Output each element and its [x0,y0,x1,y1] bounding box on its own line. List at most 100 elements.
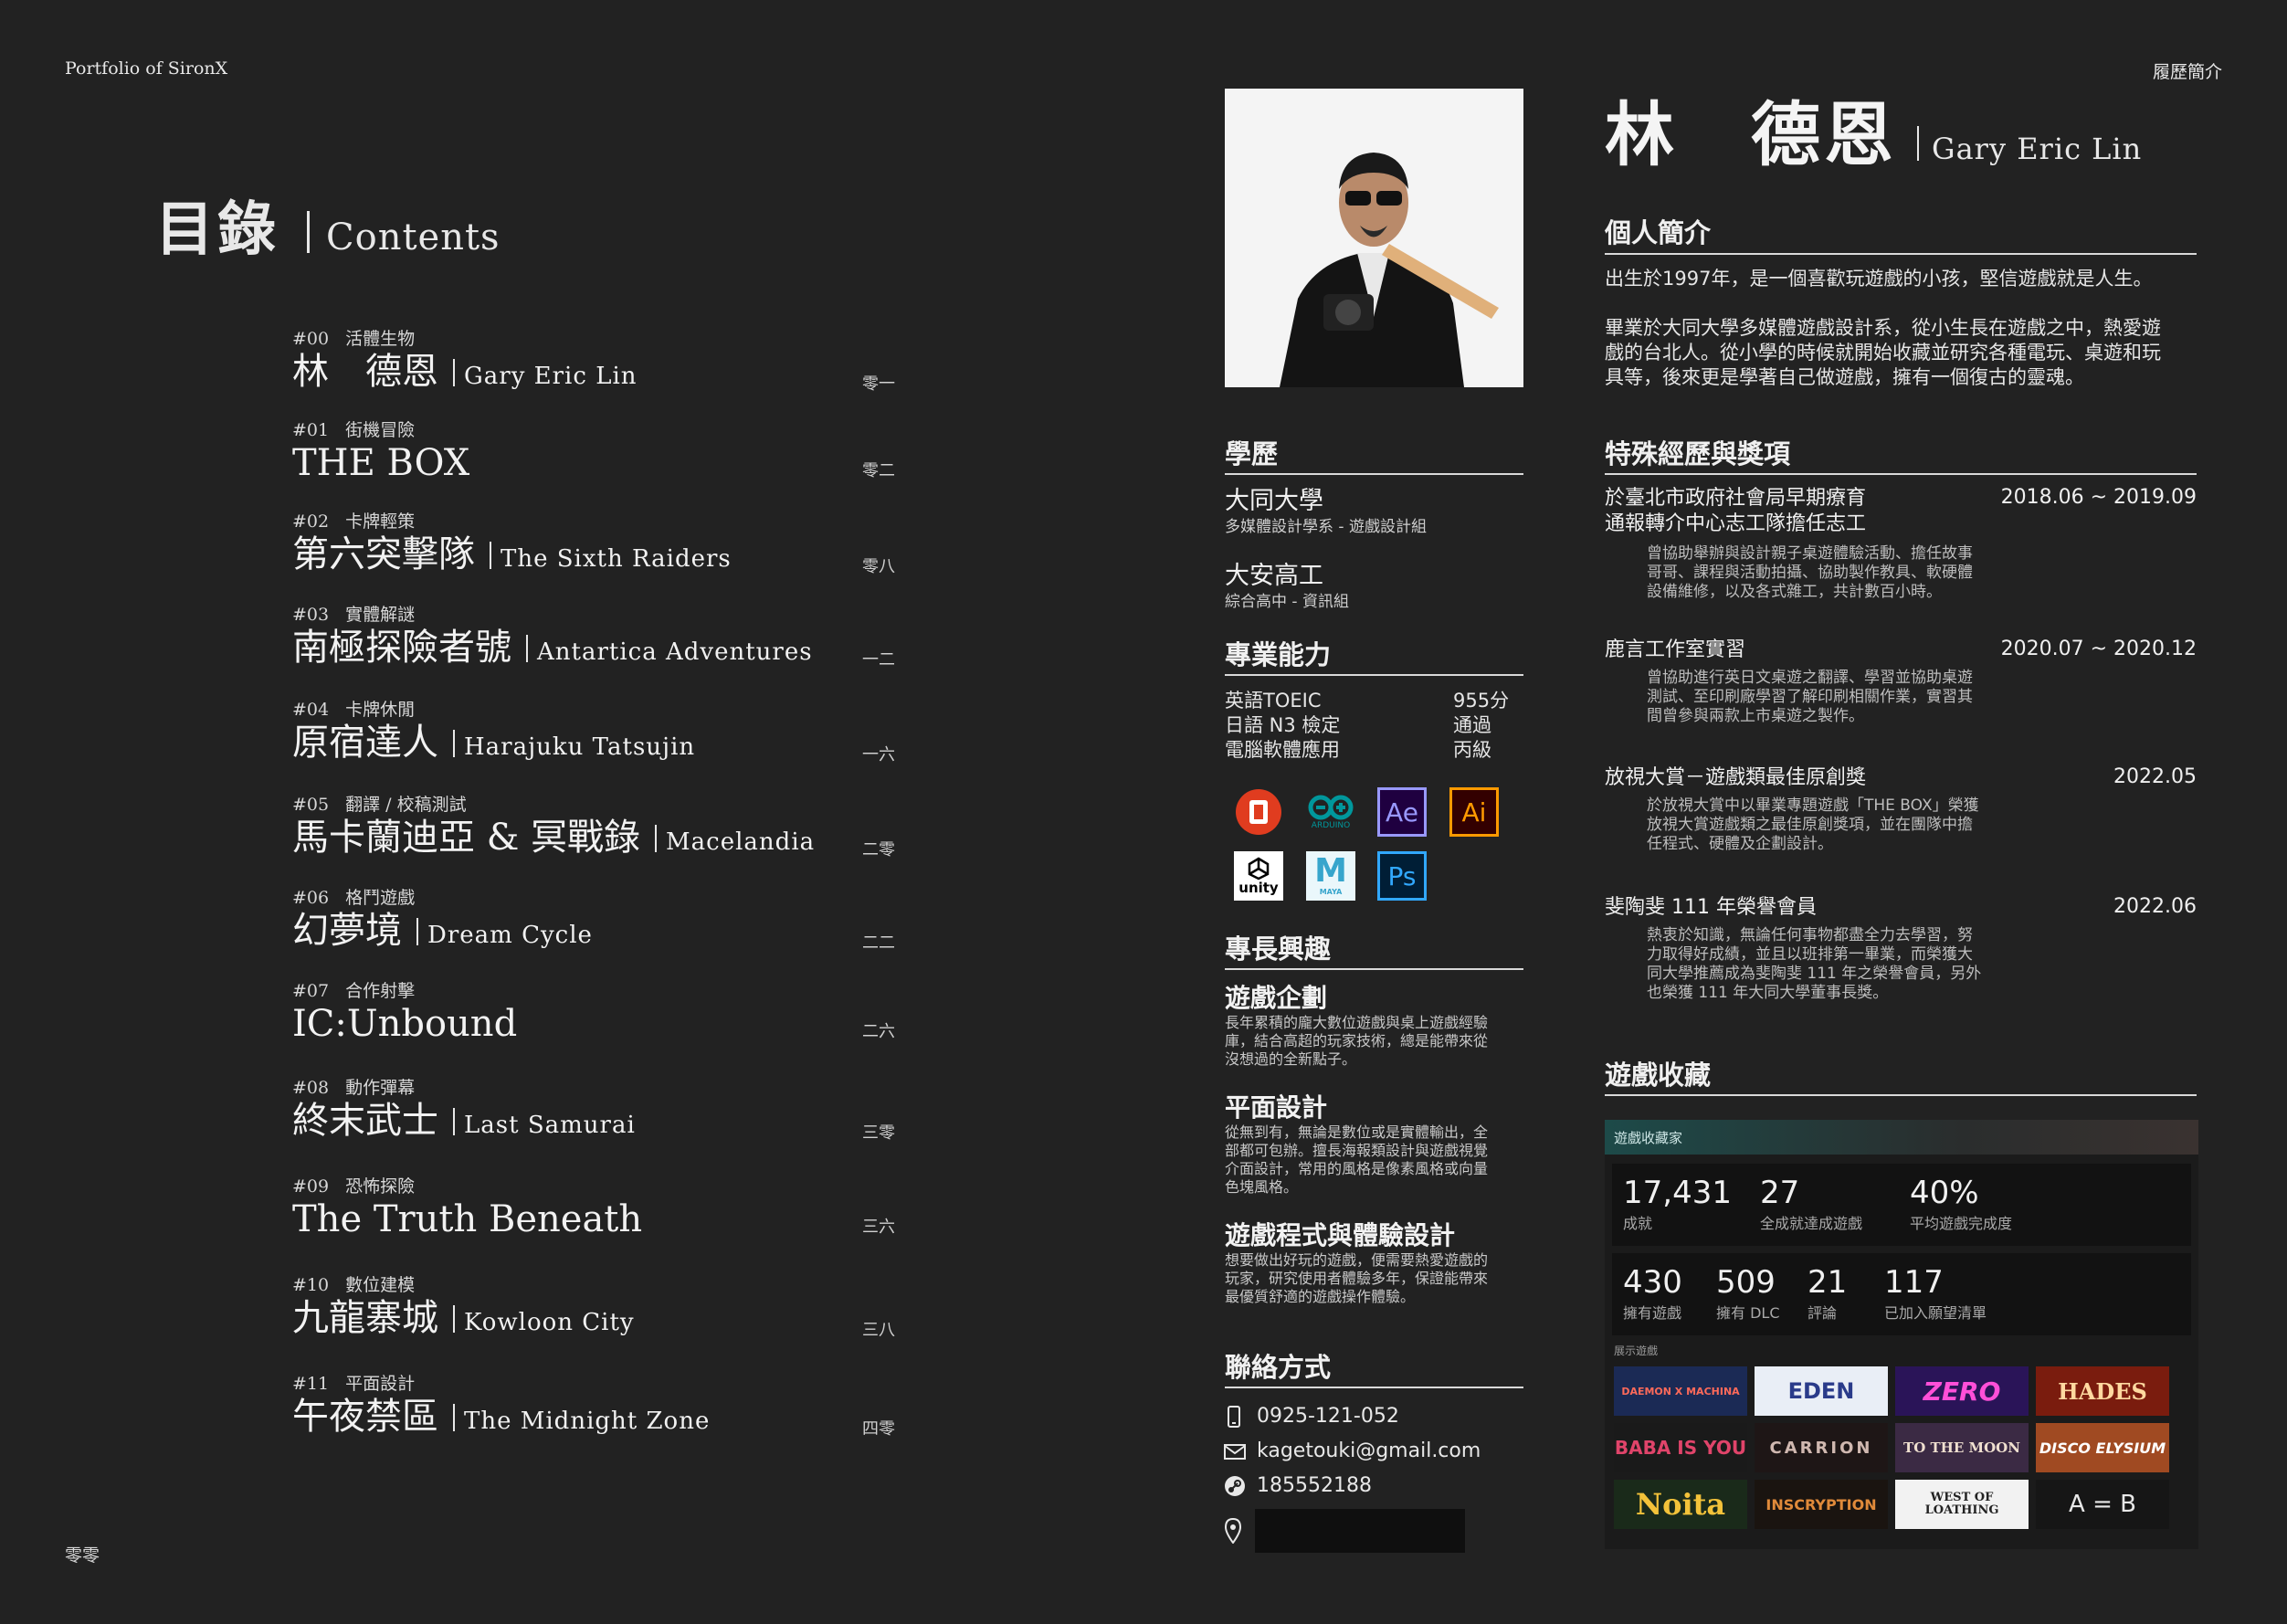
toc-entry[interactable]: #10 數位建模 九龍寨城 Kowloon City 三八 [292,1271,895,1345]
portfolio-header: Portfolio of SironX [65,58,228,79]
location-pin-icon [1224,1518,1242,1544]
game-title: EDEN [1787,1378,1855,1404]
toc-tag: 街機冒險 [345,420,416,440]
location-redacted-box [1255,1509,1465,1553]
stat-value: 17,431 [1623,1175,1732,1211]
game-tile: CARRION [1755,1423,1888,1472]
maya-icon: M MAYA [1306,851,1355,901]
skill-value: 丙級 [1453,739,1491,761]
profile-name-zh: 林 德恩 [1605,94,1897,175]
toc-entry[interactable]: #03 實體解謎 南極探險者號 Antartica Adventures 一二 [292,601,895,674]
toc-entry[interactable]: #02 卡牌輕策 第六突擊隊 The Sixth Raiders 零八 [292,508,895,581]
photoshop-icon: Ps [1377,851,1427,901]
game-tile: HADES [2036,1366,2169,1416]
stat-label: 成就 [1623,1215,1653,1232]
toc-num: #11 [292,1374,330,1394]
interest-title: 遊戲程式與體驗設計 [1225,1220,1456,1250]
exp-desc: 於放視大賞中以畢業專題遊戲「THE BOX」榮獲 放視大賞遊戲類之最佳原創獎項，並… [1647,796,1979,853]
game-tile: WEST OF LOATHING [1895,1480,2029,1529]
game-tile: INSCRYPTION [1755,1480,1888,1529]
showcase-label: 展示遊戲 [1614,1345,1659,1357]
page-number-left: 零零 [65,1545,100,1566]
stat-label: 全成就達成遊戲 [1760,1215,1863,1232]
education-item: 大安高工 綜合高中 - 資訊組 [1225,561,1349,612]
game-title: ZERO [1923,1376,2001,1407]
collection-title: 遊戲收藏 [1605,1060,1712,1091]
exp-date: 2018.06 ~ 2019.09 [2000,486,2197,509]
toc-entry[interactable]: #05 翻譯 / 校稿測試 馬卡蘭迪亞 & 冥戰錄 Macelandia 二零 [292,791,895,864]
stat-value: 509 [1716,1264,1776,1301]
interest-item: 遊戲程式與體驗設計 想要做出好玩的遊戲，便需要熱愛遊戲的 玩家，研究使用者體驗多年… [1225,1220,1531,1306]
profile-name: 林 德恩 Gary Eric Lin [1605,79,2142,179]
toc-title-text: 午夜禁區 [292,1396,438,1438]
toc-num: #09 [292,1176,330,1197]
phone-icon [1228,1405,1240,1428]
toc-num: #02 [292,511,330,532]
ae-label: Ae [1386,796,1418,828]
toc-title-text: 九龍寨城 [292,1297,438,1339]
unity-icon: unity [1234,851,1283,901]
education-title: 學歷 [1225,438,1279,469]
skills-title: 專業能力 [1225,639,1332,670]
toc-subtitle: Kowloon City [464,1309,635,1336]
stat-value: 27 [1760,1175,1800,1211]
experience-item: 放視大賞－遊戲類最佳原創獎 2022.05 於放視大賞中以畢業專題遊戲「THE … [1605,765,2197,854]
skill-row: 日語 N3 檢定 通過 [1225,713,1513,738]
interests-title: 專長興趣 [1225,933,1332,965]
toc-page-number: 一六 [862,745,895,765]
toc-tag: 格鬥遊戲 [345,888,416,908]
email-text: kagetouki@gmail.com [1257,1439,1481,1462]
toc-tag: 卡牌休閒 [345,700,416,720]
toc-entry[interactable]: #11 平面設計 午夜禁區 The Midnight Zone 四零 [292,1370,895,1443]
toc-tag: 實體解謎 [345,605,416,625]
intro-title: 個人簡介 [1605,217,1712,248]
toc-subtitle: Gary Eric Lin [464,363,638,390]
toc-num: #04 [292,700,330,720]
skill-row: 英語TOEIC 955分 [1225,689,1513,713]
toc-page-number: 二六 [862,1022,895,1041]
game-title: Noita [1635,1487,1726,1522]
steam-text: 185552188 [1257,1474,1372,1497]
game-title: HADES [2058,1377,2147,1405]
collection-divider [1605,1094,2197,1096]
exp-desc: 曾協助舉辦與設計親子桌遊體驗活動、擔任故事 哥哥、課程與活動拍攝、協助製作教具、軟… [1647,544,1973,601]
after-effects-icon: Ae [1377,787,1427,837]
toc-entry[interactable]: #07 合作射擊 IC:Unbound 二六 [292,977,895,1046]
toc-num: #00 [292,329,330,349]
interest-item: 遊戲企劃 長年累積的龐大數位遊戲與桌上遊戲經驗 庫，結合高超的玩家技術，總是能帶來… [1225,983,1531,1069]
toc-entry[interactable]: #01 街機冒險 THE BOX 零二 [292,417,895,485]
office-icon [1234,787,1283,837]
contact-email[interactable]: kagetouki@gmail.com [1224,1439,1481,1462]
stat-label: 評論 [1807,1304,1838,1322]
game-tile: A = B [2036,1480,2169,1529]
game-title: WEST OF LOATHING [1924,1491,1999,1517]
game-title: DISCO ELYSIUM [2039,1439,2166,1457]
toc-page-number: 三六 [862,1218,895,1237]
toc-entry[interactable]: #04 卡牌休閒 原宿達人 Harajuku Tatsujin 一六 [292,696,895,769]
contact-location [1224,1509,1465,1553]
contact-steam[interactable]: 185552188 [1224,1474,1372,1497]
toc-entry[interactable]: #00 活體生物 林 德恩 Gary Eric Lin 零一 [292,325,895,398]
toc-entry[interactable]: #08 動作彈幕 終末武士 Last Samurai 三零 [292,1074,895,1147]
maya-letter: M [1314,852,1347,890]
stat-label: 已加入願望清單 [1884,1304,1987,1322]
education-divider [1225,473,1523,475]
game-title: BABA IS YOU [1614,1437,1747,1459]
mail-icon [1224,1443,1246,1460]
toc-entry[interactable]: #06 格鬥遊戲 幻夢境 Dream Cycle 二二 [292,884,895,957]
steam-collector-panel: 遊戲收藏家 17,431 成就 27 全成就達成遊戲 40% 平均遊戲完成度 430 擁… [1605,1120,2198,1549]
arduino-icon: ARDUINO [1306,787,1355,837]
stat-label: 擁有遊戲 [1623,1304,1682,1322]
experience-item: 於臺北市政府社會局早期療育 通報轉介中心志工隊擔任志工 2018.06 ~ 201… [1605,486,2197,602]
toc-title-text: 第六突擊隊 [292,533,475,575]
toc-title-text: 馬卡蘭迪亞 & 冥戰錄 [292,817,641,859]
toc-tag: 動作彈幕 [345,1078,416,1098]
toc-entry[interactable]: #09 恐怖探險 The Truth Beneath 三六 [292,1173,895,1241]
phone-text: 0925-121-052 [1257,1405,1399,1428]
contact-phone[interactable]: 0925-121-052 [1224,1405,1399,1428]
skill-label: 電腦軟體應用 [1225,739,1340,761]
experience-item: 斐陶斐 111 年榮譽會員 2022.06 熱衷於知識，無論任何事物都盡全力去學… [1605,895,2197,1003]
panel-header: 遊戲收藏家 [1605,1120,2198,1155]
toc-page-number: 二零 [862,840,895,859]
maya-label: MAYA [1319,888,1343,896]
